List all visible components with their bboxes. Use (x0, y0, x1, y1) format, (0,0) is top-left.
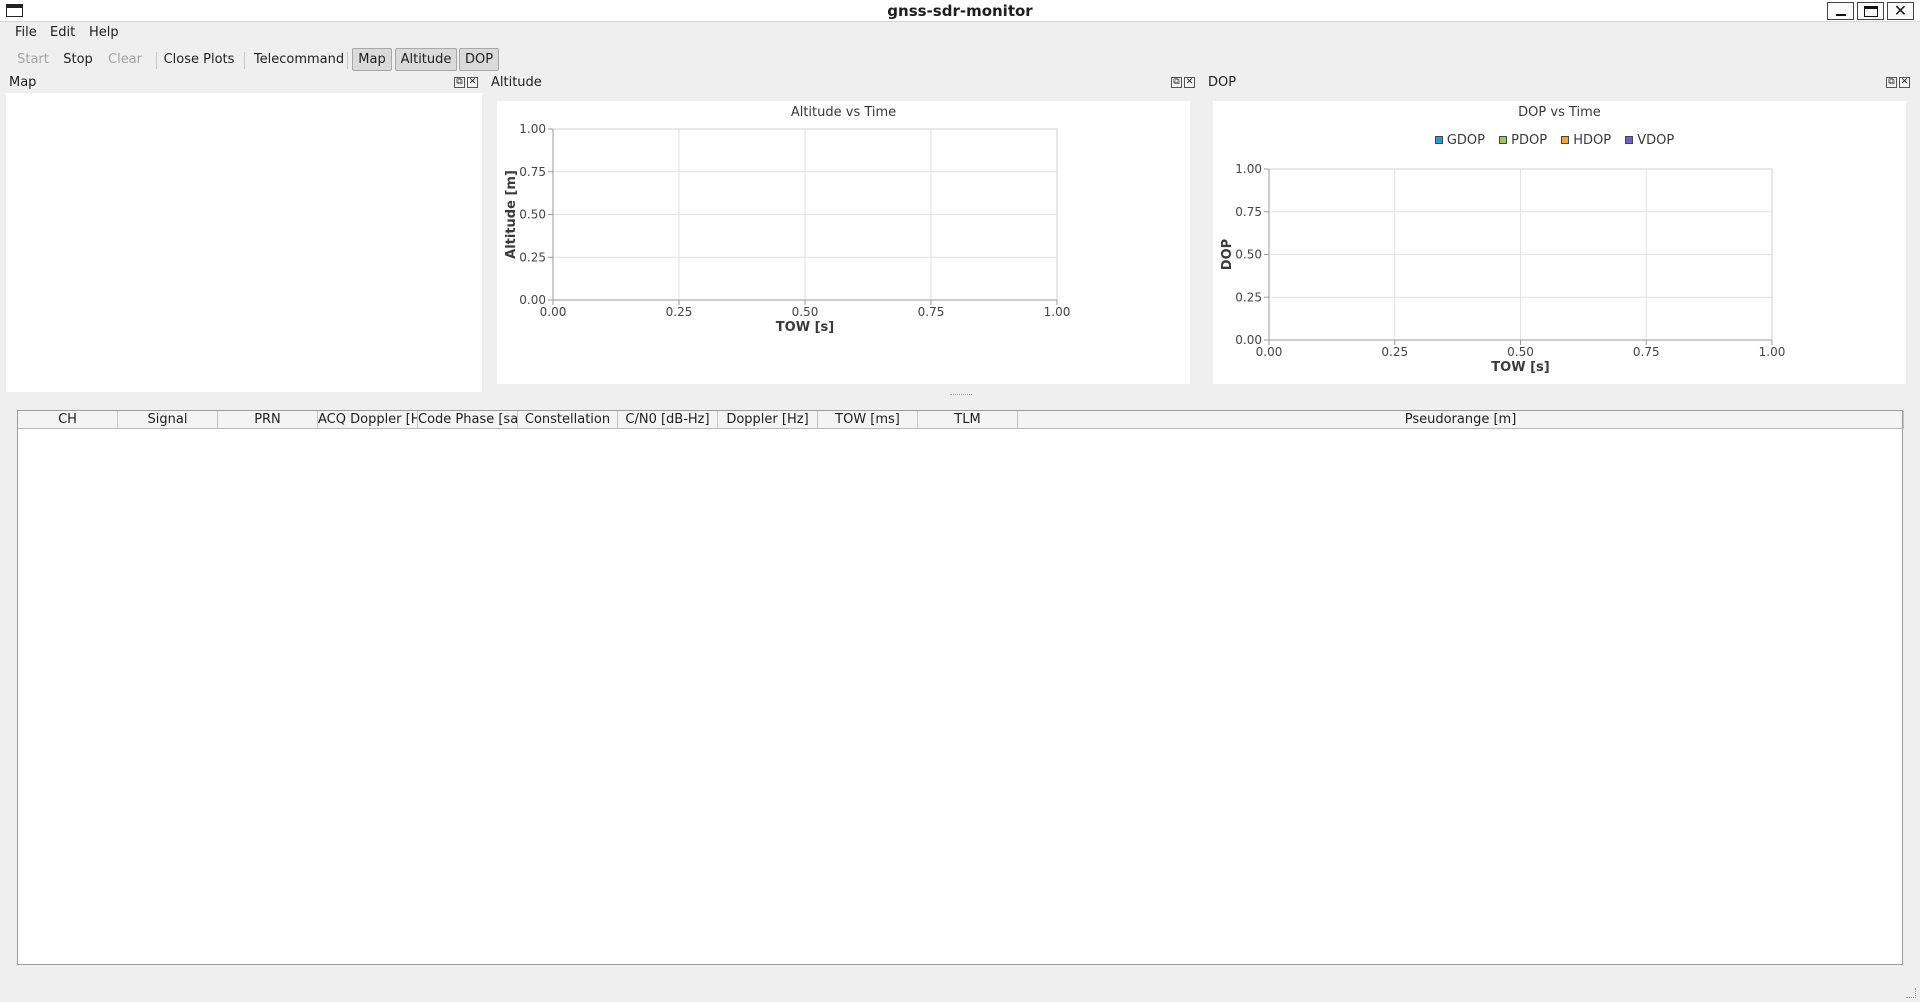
column-header[interactable]: Pseudorange [m] (1018, 411, 1904, 429)
dop-chart[interactable]: DOP vs Time GDOP PDOP HDOP VDOP 0.00 0.25… (1213, 101, 1906, 384)
table-header: CHSignalPRNACQ Doppler [Hz]Code Phase [s… (18, 411, 1904, 429)
column-header[interactable]: Doppler [Hz] (718, 411, 818, 429)
altitude-toggle-button[interactable]: Altitude (395, 48, 457, 71)
clear-button[interactable]: Clear (102, 48, 148, 71)
y-tick-label: 0.25 (1235, 290, 1262, 304)
x-axis-label: TOW [s] (776, 320, 834, 335)
dop-close-button[interactable]: ✕ (1899, 77, 1910, 88)
x-tick-label: 1.00 (1044, 305, 1071, 319)
x-tick-label: 0.25 (666, 305, 693, 319)
dop-toggle-button[interactable]: DOP (459, 48, 499, 71)
toolbar-separator (347, 52, 348, 69)
map-toggle-button[interactable]: Map (352, 48, 392, 71)
x-axis-label: TOW [s] (1491, 360, 1549, 375)
column-header[interactable]: Signal (118, 411, 218, 429)
menu-bar: File Edit Help (0, 22, 1920, 44)
column-header[interactable]: PRN (218, 411, 318, 429)
start-button[interactable]: Start (12, 48, 54, 71)
map-dock-title: Map (9, 75, 37, 90)
minimize-button[interactable] (1827, 2, 1854, 20)
channels-table[interactable]: CHSignalPRNACQ Doppler [Hz]Code Phase [s… (17, 410, 1904, 965)
x-tick-label: 0.00 (1256, 345, 1283, 359)
menu-help[interactable]: Help (89, 25, 119, 40)
resize-grip[interactable] (1906, 988, 1916, 998)
close-icon: ✕ (1893, 1, 1908, 20)
close-plots-button[interactable]: Close Plots (161, 48, 237, 71)
y-tick-label: 1.00 (1235, 162, 1262, 176)
y-axis-label: Altitude [m] (504, 170, 519, 259)
maximize-icon (1864, 6, 1878, 17)
dop-float-button[interactable]: ⧉ (1886, 77, 1897, 88)
y-tick-label: 0.25 (519, 250, 546, 264)
column-header[interactable]: Code Phase [samples] (418, 411, 518, 429)
dop-plot-area: 0.00 0.25 0.50 0.75 1.00 0.00 0.25 0.50 0.75 1.00… (1220, 162, 1786, 375)
altitude-plot-area: 0.00 0.25 0.50 0.75 1.00 0.00 0.25 0.50 0.75 1.00… (504, 122, 1071, 335)
splitter-handle[interactable] (950, 394, 972, 397)
column-header[interactable]: C/N0 [dB-Hz] (618, 411, 718, 429)
y-tick-label: 0.50 (519, 208, 546, 222)
x-tick-label: 0.75 (918, 305, 945, 319)
toolbar: Start Stop Clear Close Plots Telecommand… (0, 45, 1920, 73)
maximize-button[interactable] (1857, 2, 1884, 20)
y-tick-label: 0.50 (1235, 248, 1262, 262)
map-view[interactable] (6, 93, 482, 392)
altitude-close-button[interactable]: ✕ (1184, 77, 1195, 88)
y-tick-label: 0.75 (1235, 205, 1262, 219)
status-bar (0, 968, 1920, 1002)
x-tick-label: 0.50 (792, 305, 819, 319)
column-header[interactable]: CH (18, 411, 118, 429)
map-float-button[interactable]: ⧉ (454, 77, 465, 88)
title-bar: gnss-sdr-monitor ✕ (0, 0, 1920, 22)
window-title: gnss-sdr-monitor (887, 2, 1033, 20)
x-tick-label: 0.50 (1507, 345, 1534, 359)
dop-dock-title: DOP (1208, 75, 1237, 90)
column-header[interactable]: Constellation (518, 411, 618, 429)
menu-file[interactable]: File (15, 25, 37, 40)
x-tick-label: 0.75 (1633, 345, 1660, 359)
y-axis-label: DOP (1220, 239, 1235, 270)
x-tick-label: 1.00 (1759, 345, 1786, 359)
y-tick-label: 0.00 (519, 293, 546, 307)
altitude-float-button[interactable]: ⧉ (1171, 77, 1182, 88)
close-button[interactable]: ✕ (1887, 2, 1914, 20)
column-header[interactable]: TOW [ms] (818, 411, 918, 429)
telecommand-button[interactable]: Telecommand (251, 48, 347, 71)
y-tick-label: 0.75 (519, 165, 546, 179)
map-close-button[interactable]: ✕ (467, 77, 478, 88)
altitude-chart[interactable]: Altitude vs Time 0.00 0.25 0.50 0.75 1.00 0.0… (497, 101, 1190, 384)
column-header[interactable]: TLM (918, 411, 1018, 429)
column-header[interactable]: ACQ Doppler [Hz] (318, 411, 418, 429)
x-tick-label: 0.25 (1381, 345, 1408, 359)
stop-button[interactable]: Stop (58, 48, 98, 71)
y-tick-label: 1.00 (519, 122, 546, 136)
y-tick-label: 0.00 (1235, 333, 1262, 347)
menu-edit[interactable]: Edit (50, 25, 75, 40)
x-tick-label: 0.00 (540, 305, 567, 319)
toolbar-separator (156, 52, 157, 69)
minimize-icon (1836, 14, 1846, 16)
toolbar-separator (244, 52, 245, 69)
altitude-dock-title: Altitude (491, 75, 542, 90)
